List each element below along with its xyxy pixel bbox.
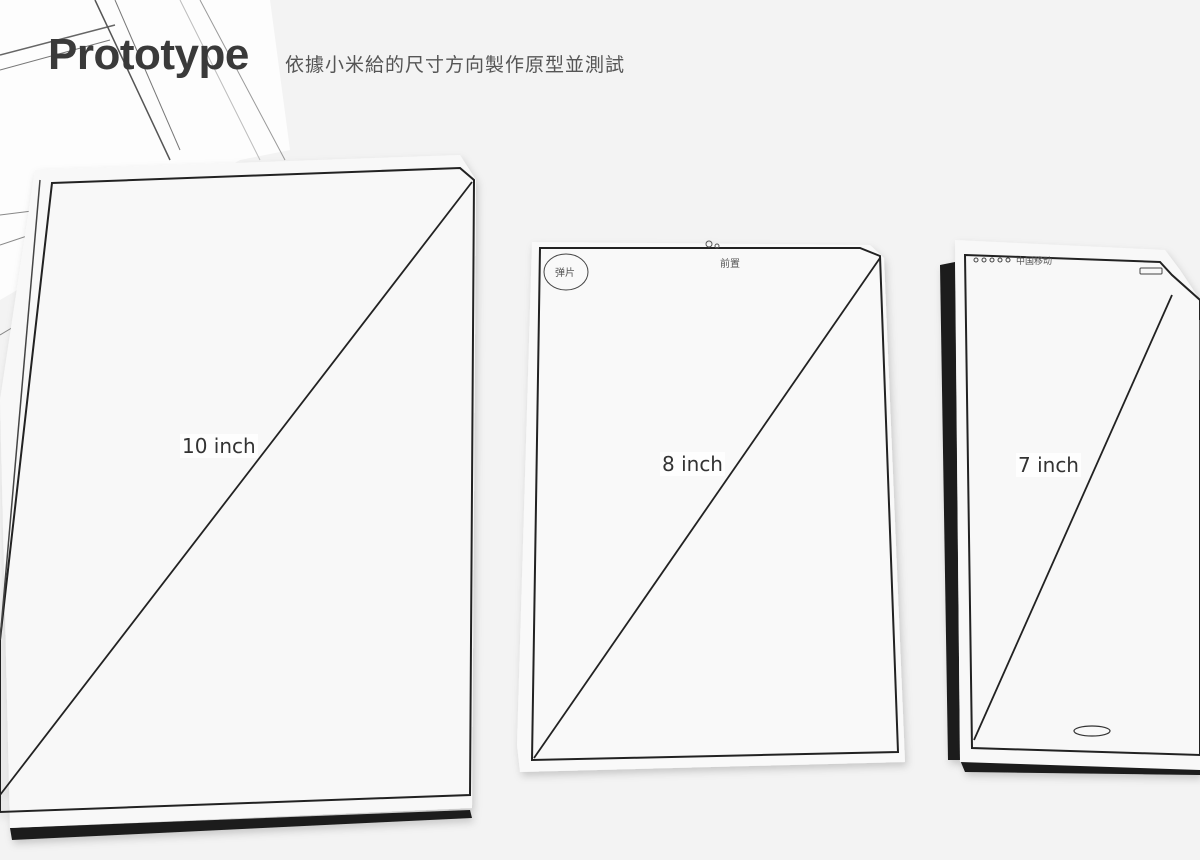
page-title: Prototype [48, 30, 249, 79]
handwritten-note-carrier: 中国移动 [1016, 257, 1053, 267]
page-subtitle: 依據小米給的尺寸方向製作原型並測試 [285, 54, 626, 76]
prototype-10-inch [0, 155, 476, 840]
size-label-8-inch: 8 inch [660, 452, 725, 476]
prototype-7-inch [940, 240, 1200, 775]
handwritten-note-front: 前置 [720, 259, 740, 270]
handwritten-note-spring: 弹片 [555, 268, 575, 279]
size-label-7-inch: 7 inch [1016, 453, 1081, 477]
size-label-10-inch: 10 inch [180, 434, 258, 458]
photo-scene [0, 0, 1200, 840]
prototype-8-inch [517, 240, 905, 772]
